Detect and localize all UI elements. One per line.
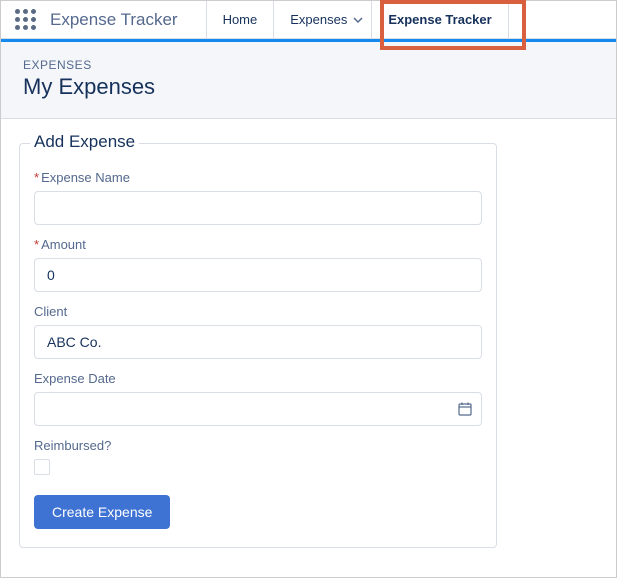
client-input[interactable]: [34, 325, 482, 359]
nav-tab-label: Expense Tracker: [388, 12, 491, 27]
create-expense-button[interactable]: Create Expense: [34, 495, 170, 529]
add-expense-form: Add Expense *Expense Name *Amount Client…: [19, 143, 497, 548]
nav-tab-label: Expenses: [290, 12, 347, 27]
expense-name-input[interactable]: [34, 191, 482, 225]
field-amount: *Amount: [34, 237, 482, 292]
content-area: Add Expense *Expense Name *Amount Client…: [1, 119, 616, 572]
calendar-icon[interactable]: [458, 402, 472, 416]
nav-tab-expenses[interactable]: Expenses: [273, 1, 371, 38]
required-indicator: *: [34, 170, 39, 185]
amount-label: *Amount: [34, 237, 482, 252]
required-indicator: *: [34, 237, 39, 252]
nav-tab-home[interactable]: Home: [206, 1, 274, 38]
field-expense-date: Expense Date: [34, 371, 482, 426]
nav-tab-label: Home: [223, 12, 258, 27]
expense-date-label: Expense Date: [34, 371, 482, 386]
expense-date-input[interactable]: [34, 392, 482, 426]
page-header: EXPENSES My Expenses: [1, 42, 616, 119]
amount-input[interactable]: [34, 258, 482, 292]
reimbursed-label: Reimbursed?: [34, 438, 482, 453]
nav-tab-expense-tracker[interactable]: Expense Tracker: [371, 1, 508, 38]
chevron-down-icon: [353, 15, 363, 25]
top-nav-bar: Expense Tracker Home Expenses Expense Tr…: [1, 1, 616, 39]
expense-name-label: *Expense Name: [34, 170, 482, 185]
page-title: My Expenses: [23, 74, 594, 100]
field-expense-name: *Expense Name: [34, 170, 482, 225]
field-client: Client: [34, 304, 482, 359]
client-label: Client: [34, 304, 482, 319]
nav-tabs: Home Expenses Expense Tracker: [206, 1, 509, 38]
reimbursed-checkbox[interactable]: [34, 459, 50, 475]
app-launcher-icon[interactable]: [15, 9, 36, 30]
page-eyebrow: EXPENSES: [23, 58, 594, 72]
form-legend: Add Expense: [30, 132, 139, 152]
app-name: Expense Tracker: [50, 10, 178, 30]
field-reimbursed: Reimbursed?: [34, 438, 482, 475]
